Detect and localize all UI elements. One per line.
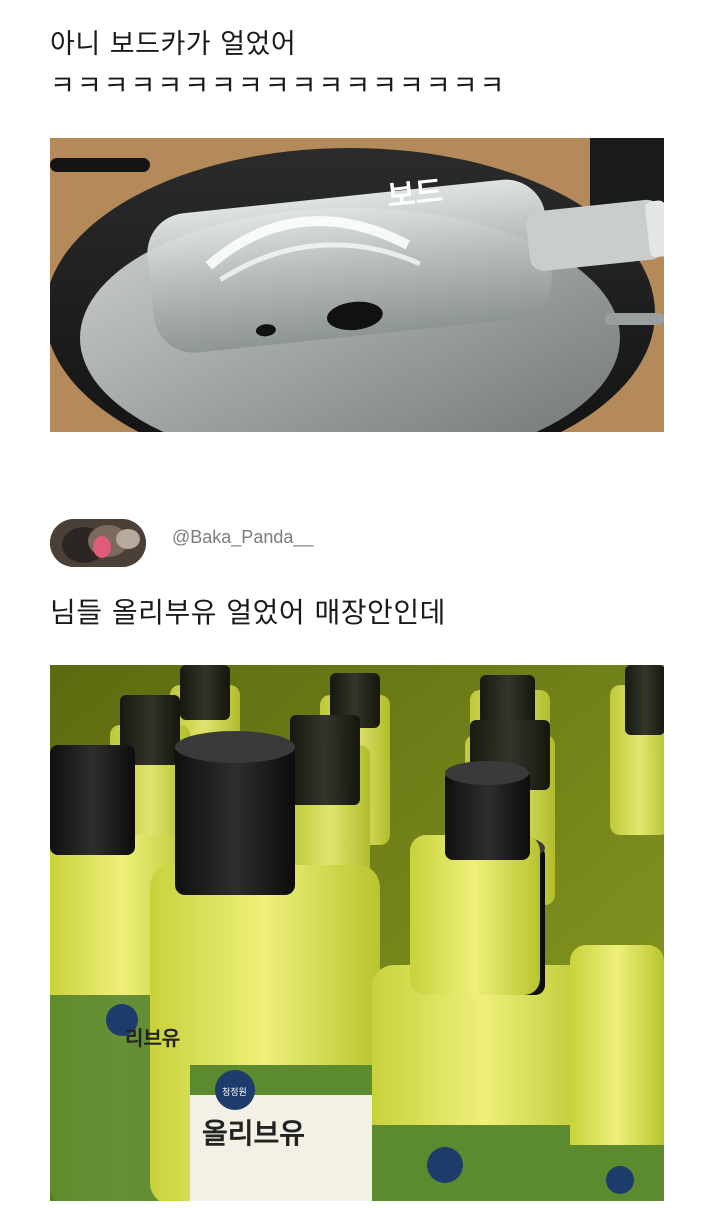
post-line-1: 아니 보드카가 얼었어 [50,29,297,60]
photo-frozen-vodka[interactable]: 보드 [50,138,664,432]
avatar[interactable] [50,519,146,567]
olive-oil-label-text: 올리브유 [202,1117,305,1150]
avatar-image [50,519,146,567]
post-line-2: ㅋㅋㅋㅋㅋㅋㅋㅋㅋㅋㅋㅋㅋㅋㅋㅋㅋ [50,71,507,102]
olive-oil-label-small: 리브유 [125,1026,180,1050]
frozen-olive-oil-illustration: 올리브유 청정원 리브유 [50,665,664,1201]
photo-frozen-olive-oil[interactable]: 올리브유 청정원 리브유 [50,665,664,1201]
username-handle[interactable]: @Baka_Panda__ [172,527,313,548]
brand-mark-text: 청정원 [222,1087,247,1098]
tweet-text: 님들 올리부유 얼었어 매장안인데 [50,596,446,629]
frozen-vodka-illustration: 보드 [50,138,664,432]
vodka-label-text: 보드 [386,174,445,215]
